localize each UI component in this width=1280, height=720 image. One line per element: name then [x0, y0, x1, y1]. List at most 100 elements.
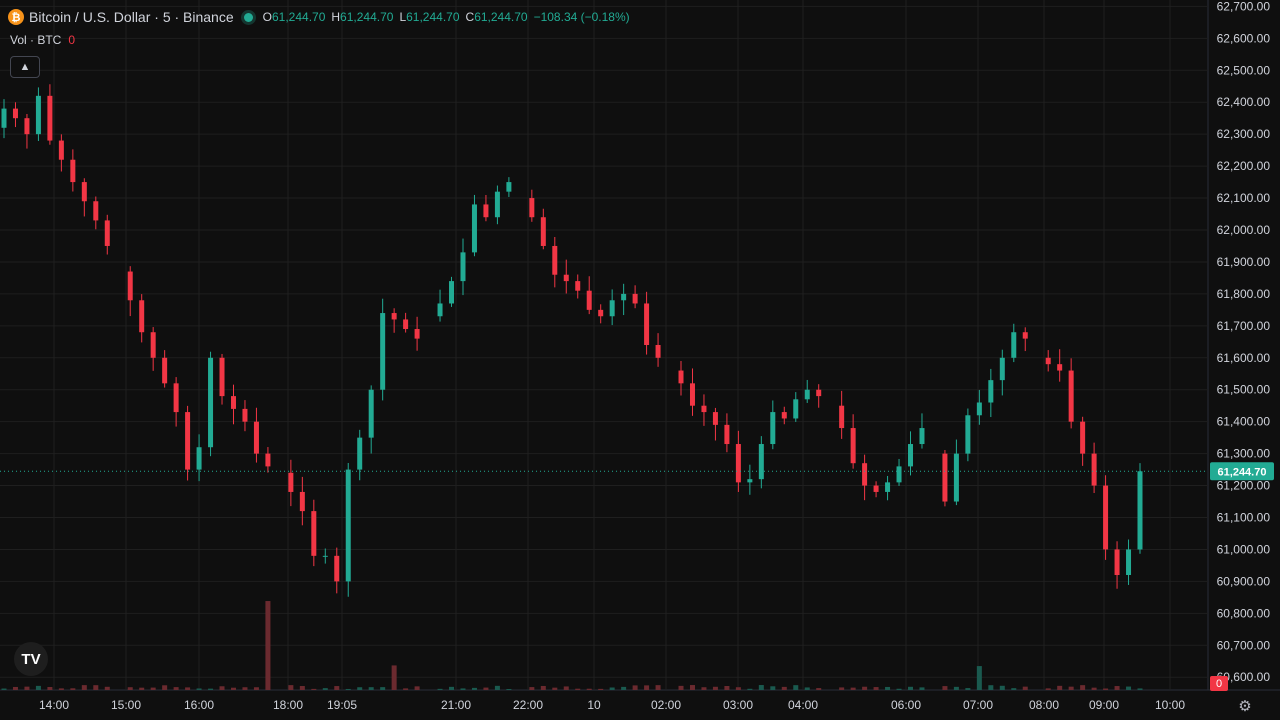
- candle-body: [942, 453, 948, 502]
- candle-body: [862, 463, 868, 486]
- y-tick-label: 62,400.00: [1217, 95, 1271, 109]
- y-tick-label: 61,200.00: [1217, 479, 1271, 493]
- volume-bar: [575, 688, 581, 690]
- volume-label: Vol · BTC: [10, 33, 62, 47]
- volume-bar: [701, 687, 707, 690]
- candle-body: [334, 555, 340, 582]
- candle-body: [919, 428, 925, 445]
- candle-body: [208, 357, 214, 448]
- candle-body: [563, 274, 569, 282]
- candle-body: [1137, 471, 1143, 550]
- volume-bar: [770, 686, 776, 690]
- candle-body: [162, 357, 168, 384]
- y-tick-label: 62,600.00: [1217, 31, 1271, 45]
- candle-body: [58, 140, 64, 160]
- y-tick-label: 62,300.00: [1217, 127, 1271, 141]
- volume-bar: [1080, 685, 1086, 690]
- volume-bar: [299, 686, 305, 690]
- candle-body: [81, 182, 87, 202]
- x-tick-label: 16:00: [184, 698, 214, 712]
- volume-bar: [12, 686, 18, 690]
- volume-bar: [689, 685, 695, 690]
- candle-body: [540, 217, 546, 246]
- market-status-icon[interactable]: [243, 12, 253, 22]
- volume-bar: [35, 685, 41, 690]
- volume-bar: [242, 687, 248, 690]
- candle-body: [1114, 549, 1120, 575]
- candle-body: [953, 453, 959, 502]
- candle-body: [586, 290, 592, 310]
- candle-body: [322, 555, 328, 557]
- candle-body: [24, 118, 30, 135]
- candle-body: [299, 491, 305, 512]
- volume-bar: [391, 665, 397, 690]
- candle-body: [644, 303, 650, 345]
- candle-body: [575, 281, 581, 291]
- volume-bar: [494, 685, 500, 690]
- candle-body: [460, 252, 466, 282]
- volume-bar: [1126, 686, 1132, 690]
- volume-bar: [839, 687, 845, 690]
- candle-body: [414, 329, 420, 339]
- volume-bar: [747, 688, 753, 690]
- y-tick-label: 62,700.00: [1217, 0, 1271, 13]
- volume-bar: [47, 687, 53, 690]
- candle-body: [196, 447, 202, 470]
- volume-bar: [999, 685, 1005, 690]
- volume-bar: [403, 688, 409, 690]
- volume-bar: [862, 686, 868, 690]
- y-tick-label: 60,700.00: [1217, 638, 1271, 652]
- symbol-legend: ₿ Bitcoin / U.S. Dollar · 5 · Binance O6…: [8, 6, 630, 28]
- ohlc-values: O 61,244.70 H 61,244.70 L 61,244.70 C 61,244…: [263, 10, 630, 24]
- volume-bar: [552, 687, 558, 690]
- y-tick-label: 61,100.00: [1217, 511, 1271, 525]
- volume-bar: [529, 687, 535, 690]
- x-tick-label: 10: [587, 698, 601, 712]
- volume-bar: [885, 686, 891, 690]
- volume-bar: [1011, 688, 1017, 690]
- volume-bar: [173, 687, 179, 690]
- price-chart[interactable]: 62,700.00 62,600.00 62,500.00 62,400.00 62,3…: [0, 0, 1280, 720]
- candle-body: [804, 389, 810, 400]
- candle-body: [965, 415, 971, 454]
- tradingview-logo-icon[interactable]: TV: [14, 642, 48, 676]
- x-tick-label: 02:00: [651, 698, 681, 712]
- x-tick-label: 14:00: [39, 698, 69, 712]
- volume-bar: [632, 685, 638, 690]
- candle-body: [368, 389, 374, 438]
- candle-body: [506, 182, 512, 192]
- volume-bar: [1, 688, 7, 690]
- x-tick-label: 22:00: [513, 698, 543, 712]
- candle-body: [380, 313, 386, 390]
- candle-body: [976, 402, 982, 416]
- volume-bar: [483, 687, 489, 690]
- x-tick-label: 06:00: [891, 698, 921, 712]
- symbol-title[interactable]: Bitcoin / U.S. Dollar · 5 · Binance: [29, 9, 234, 25]
- y-tick-label: 61,000.00: [1217, 542, 1271, 556]
- collapse-legend-button[interactable]: ▲: [10, 56, 40, 78]
- volume-bar: [70, 688, 76, 690]
- volume-bar: [586, 688, 592, 690]
- candle-body: [770, 412, 776, 445]
- volume-bar: [1068, 686, 1074, 690]
- candle-body: [437, 303, 443, 317]
- x-tick-label: 03:00: [723, 698, 753, 712]
- volume-bar: [449, 686, 455, 690]
- low-value: 61,244.70: [406, 10, 460, 24]
- gear-icon[interactable]: ⚙: [1236, 697, 1254, 715]
- volume-legend[interactable]: Vol · BTC 0: [10, 33, 75, 47]
- volume-bar: [758, 685, 764, 690]
- candle-body: [552, 245, 558, 275]
- high-value: 61,244.70: [340, 10, 394, 24]
- candle-body: [712, 412, 718, 425]
- low-label: L: [399, 10, 407, 24]
- volume-bar: [919, 687, 925, 690]
- bitcoin-icon: ₿: [8, 9, 24, 25]
- volume-bar: [873, 687, 879, 690]
- volume-bar: [253, 687, 259, 690]
- volume-bar: [208, 688, 214, 690]
- volume-bar: [896, 688, 902, 690]
- candle-body: [230, 396, 236, 409]
- volume-bar: [678, 685, 684, 690]
- volume-axis-label: 0: [1216, 678, 1222, 690]
